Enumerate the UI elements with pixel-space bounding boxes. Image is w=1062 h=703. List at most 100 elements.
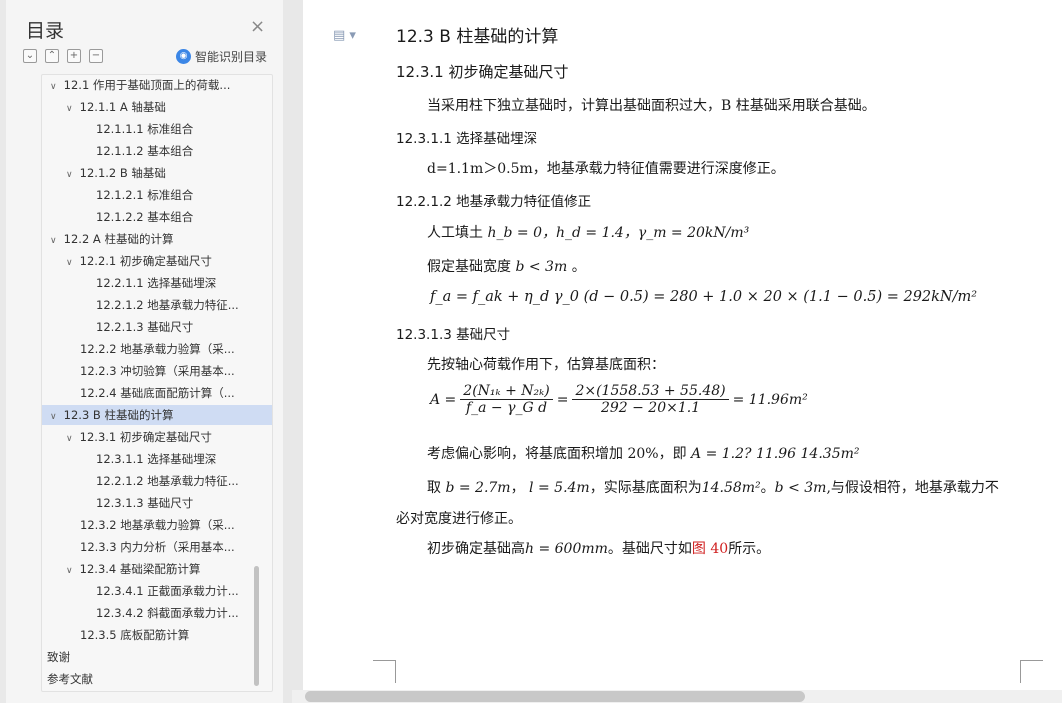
toc-item[interactable]: 12.3.4.2 斜截面承载力计...: [42, 603, 272, 623]
smart-toc-label: 智能识别目录: [195, 50, 268, 64]
toc-item-label: 12.1.2.2 基本组合: [96, 210, 194, 224]
close-icon[interactable]: ×: [250, 16, 265, 37]
chevron-down-icon[interactable]: ∨: [50, 231, 60, 249]
toc-item-label: 12.2.1.2 地基承载力特征...: [96, 474, 239, 488]
chevron-down-icon[interactable]: ∨: [50, 407, 60, 425]
chevron-down-icon[interactable]: ∨: [50, 77, 60, 95]
crop-mark-right: [1020, 660, 1043, 683]
para-3-math: h_b = 0，h_d = 1.4，γ_m = 20kN/m³: [487, 225, 750, 241]
toc-item[interactable]: 12.2.1.2 地基承载力特征...: [42, 471, 272, 491]
toc-item-label: 12.1 作用于基础顶面上的荷载...: [63, 78, 231, 92]
toc-list: ∨ 12.1 作用于基础顶面上的荷载... ∨ 12.1.1 A 轴基础 12.1.…: [41, 74, 273, 692]
toc-item-label: 12.2.3 冲切验算（采用基本...: [80, 364, 235, 378]
toc-item[interactable]: 12.3.4.1 正截面承载力计...: [42, 581, 272, 601]
sidebar-title: 目录: [26, 20, 65, 42]
eq2-f1-numerator: 2(N₁ₖ + N₂ₖ): [460, 383, 553, 400]
toc-toolbar: ⌄ ⌃ + −: [23, 49, 103, 63]
toc-item[interactable]: 12.3.1.3 基础尺寸: [42, 493, 272, 513]
chevron-down-icon[interactable]: ∨: [66, 165, 76, 183]
toc-item[interactable]: 12.1.1.1 标准组合: [42, 119, 272, 139]
toc-item[interactable]: ∨ 12.3.1 初步确定基础尺寸: [42, 427, 272, 447]
expand-up-icon[interactable]: ⌃: [45, 49, 59, 63]
toc-item[interactable]: ∨ 12.3 B 柱基础的计算: [42, 405, 272, 425]
toc-item[interactable]: 12.3.5 底板配筋计算: [42, 625, 272, 645]
toc-item[interactable]: ∨ 12.2 A 柱基础的计算: [42, 229, 272, 249]
add-icon[interactable]: +: [67, 49, 81, 63]
toc-item-label: 12.2.1.3 基础尺寸: [96, 320, 194, 334]
toc-item-label: 12.1.1 A 轴基础: [79, 100, 166, 114]
toc-item[interactable]: ∨ 12.3.4 基础梁配筋计算: [42, 559, 272, 579]
toc-item-label: 12.3.1.3 基础尺寸: [96, 496, 194, 510]
toc-item[interactable]: ∨ 12.1 作用于基础顶面上的荷载...: [42, 75, 272, 95]
toc-item-label: 12.1.2.1 标准组合: [96, 188, 194, 202]
para-7-math-b2: b < 3m: [774, 480, 827, 496]
crop-mark-left: [373, 660, 396, 683]
toc-item[interactable]: 参考文献: [42, 669, 272, 689]
para-5: 先按轴心荷载作用下，估算基底面积：: [427, 357, 665, 373]
toc-item[interactable]: 12.3.3 内力分析（采用基本...: [42, 537, 272, 557]
toc-item[interactable]: 12.1.1.2 基本组合: [42, 141, 272, 161]
remove-icon[interactable]: −: [89, 49, 103, 63]
eq2-f1-denominator: f_a − γ_G d: [465, 400, 548, 416]
toc-scrollbar[interactable]: [254, 566, 259, 686]
toc-item[interactable]: 12.1.2.2 基本组合: [42, 207, 272, 227]
collapse-all-icon[interactable]: ⌄: [23, 49, 37, 63]
figure-40-link[interactable]: 图 40: [692, 541, 728, 557]
para-9-prefix: 初步确定基础高: [427, 541, 525, 557]
para-9: 初步确定基础高h = 600mm。基础尺寸如图 40所示。: [427, 538, 770, 558]
toc-item-label: 致谢: [47, 650, 70, 664]
toc-item[interactable]: ∨ 12.2.1 初步确定基础尺寸: [42, 251, 272, 271]
para-8: 必对宽度进行修正。: [396, 511, 522, 527]
toc-item-label: 12.3.4.1 正截面承载力计...: [96, 584, 239, 598]
para-6: 考虑偏心影响，将基底面积增加 20%，即 A = 1.2? 11.96 14.3…: [427, 443, 860, 463]
document-area: ▤ ▾ 12.3 B 柱基础的计算 12.3.1 初步确定基础尺寸 当采用柱下独…: [283, 0, 1062, 703]
toc-item[interactable]: ∨ 12.1.2 B 轴基础: [42, 163, 272, 183]
toc-item-label: 12.1.1.1 标准组合: [96, 122, 194, 136]
eq2-rhs: = 11.96m²: [732, 391, 808, 408]
para-4-suffix: 。: [571, 259, 586, 275]
toc-item-label: 12.3.1.1 选择基础埋深: [96, 452, 217, 466]
eq2-lhs: A =: [430, 391, 457, 408]
toc-item[interactable]: 12.2.3 冲切验算（采用基本...: [42, 361, 272, 381]
eq2-fraction-1: 2(N₁ₖ + N₂ₖ) f_a − γ_G d: [460, 383, 553, 416]
toc-item[interactable]: 12.2.1.3 基础尺寸: [42, 317, 272, 337]
toc-item-label: 12.2.1.2 地基承载力特征...: [96, 298, 239, 312]
para-2: d=1.1m＞0.5m，地基承载力特征值需要进行深度修正。: [427, 161, 785, 177]
chevron-down-icon[interactable]: ∨: [66, 429, 76, 447]
para-7-prefix: 取: [427, 480, 441, 496]
page-menu-icon[interactable]: ▤ ▾: [333, 28, 356, 43]
toc-item[interactable]: 12.3.2 地基承载力验算（采...: [42, 515, 272, 535]
toc-item-label: 12.3.4.2 斜截面承载力计...: [96, 606, 239, 620]
heading-12-3: 12.3 B 柱基础的计算: [396, 27, 559, 47]
chevron-down-icon[interactable]: ∨: [66, 99, 76, 117]
toc-item-label: 12.3.4 基础梁配筋计算: [79, 562, 201, 576]
equation-1: f_a = f_ak + η_d γ_0 (d − 0.5) = 280 + 1…: [430, 289, 978, 305]
toc-item[interactable]: ∨ 12.1.1 A 轴基础: [42, 97, 272, 117]
toc-item-label: 12.3.5 底板配筋计算: [80, 628, 190, 642]
para-9-suffix: 所示。: [728, 541, 771, 557]
para-4: 假定基础宽度 b < 3m 。: [427, 256, 586, 276]
toc-item[interactable]: 12.3.1.1 选择基础埋深: [42, 449, 272, 469]
chevron-down-icon[interactable]: ∨: [66, 561, 76, 579]
para-3: 人工填土 h_b = 0，h_d = 1.4，γ_m = 20kN/m³: [427, 222, 749, 242]
toc-item-label: 参考文献: [47, 672, 93, 686]
smart-toc-button[interactable]: ◉ 智能识别目录: [176, 48, 267, 65]
toc-item[interactable]: 12.2.4 基础底面配筋计算（...: [42, 383, 272, 403]
para-7-math-area: 14.58m²: [701, 480, 761, 496]
heading-12-2-1-2: 12.2.1.2 地基承载力特征值修正: [396, 194, 592, 210]
para-7-suffix: 与假设相符，地基承载力不: [830, 480, 999, 496]
toc-item[interactable]: 12.2.1.2 地基承载力特征...: [42, 295, 272, 315]
para-7-mid: ，实际基底面积为: [589, 480, 702, 496]
toc-item-label: 12.1.1.2 基本组合: [96, 144, 194, 158]
toc-item[interactable]: 12.2.1.1 选择基础埋深: [42, 273, 272, 293]
eq2-f2-denominator: 292 − 20×1.1: [600, 400, 701, 416]
toc-item-label: 12.1.2 B 轴基础: [79, 166, 166, 180]
chevron-down-icon[interactable]: ∨: [66, 253, 76, 271]
toc-item[interactable]: 致谢: [42, 647, 272, 667]
toc-item-label: 12.2.2 地基承载力验算（采...: [80, 342, 235, 356]
toc-item[interactable]: 12.2.2 地基承载力验算（采...: [42, 339, 272, 359]
toc-item[interactable]: 12.1.2.1 标准组合: [42, 185, 272, 205]
horizontal-scrollbar-thumb[interactable]: [305, 691, 805, 702]
toc-item-label: 12.3.1 初步确定基础尺寸: [79, 430, 212, 444]
para-7-math-b: b = 2.7m: [445, 480, 511, 496]
